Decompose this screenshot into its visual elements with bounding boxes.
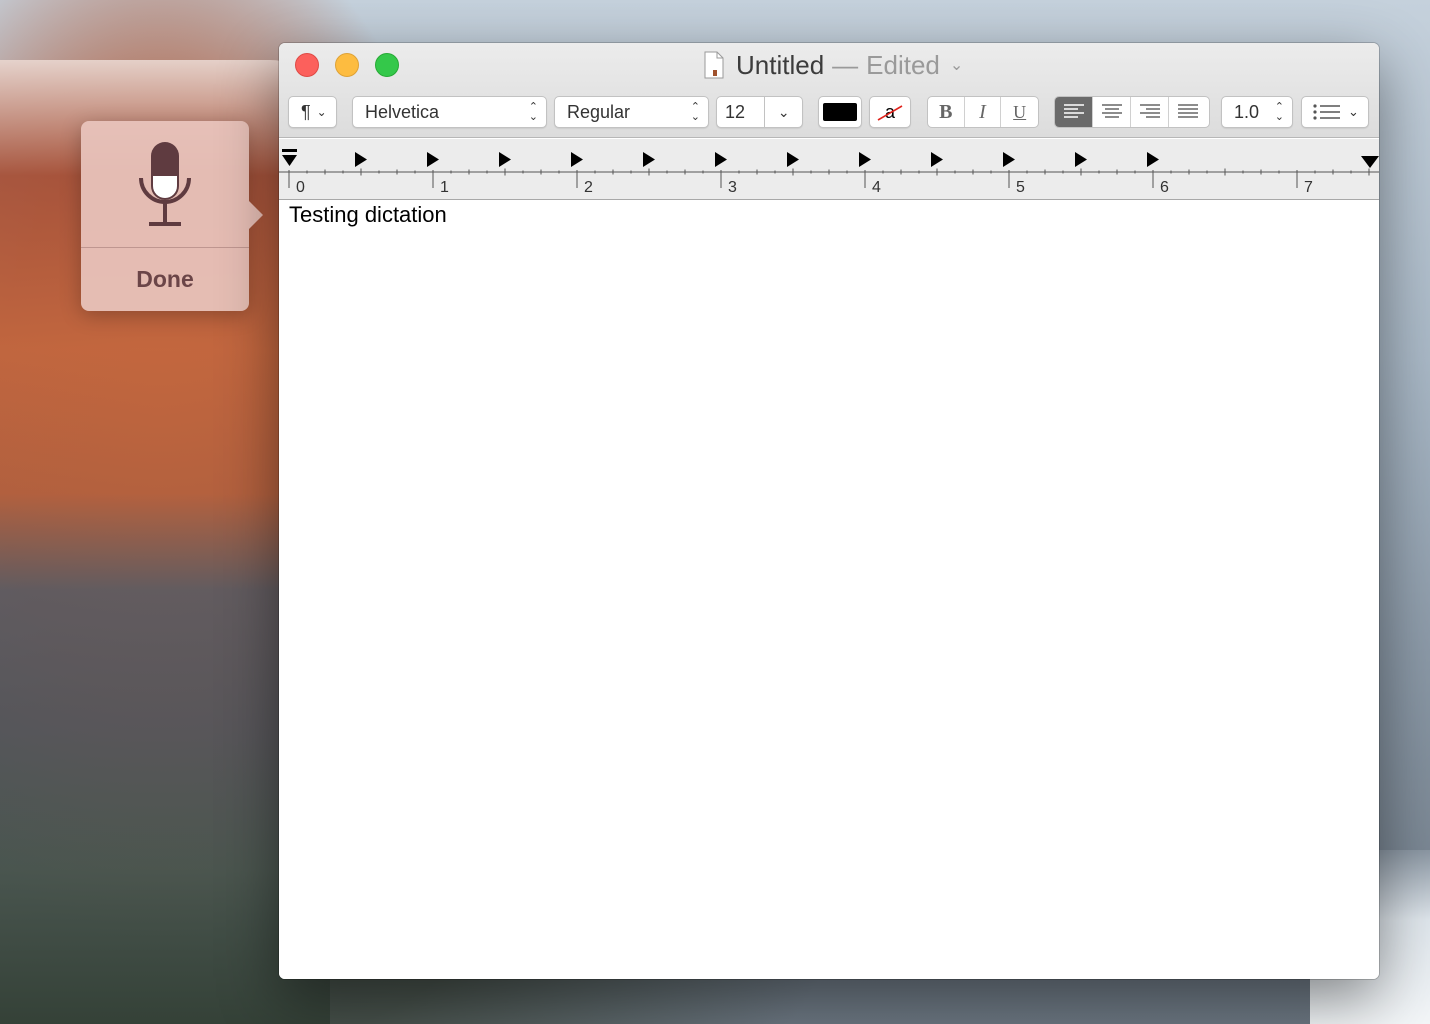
align-left-button[interactable] [1055,97,1093,127]
list-icon [1313,104,1340,120]
ruler-number: 3 [728,179,737,196]
tab-stop-icon[interactable] [1003,152,1015,167]
list-bullets-popup[interactable]: ⌄ [1301,96,1369,128]
window-title-text: Untitled [736,49,825,80]
document-icon [704,51,724,79]
title-bar: Untitled — Edited ⌄ ¶ ⌄ Helvetica ⌃ ⌄ Reg… [279,43,1379,138]
align-right-button[interactable] [1131,97,1169,127]
microphone-icon [139,142,191,226]
tab-stop-icon[interactable] [643,152,655,167]
updown-arrows-icon: ⌃ ⌄ [1274,101,1284,123]
ruler-graphics: 0 1 2 3 4 5 6 7 [279,149,1379,196]
font-size-value[interactable]: 12 [717,102,764,123]
font-family-value: Helvetica [365,101,440,122]
tab-stop-icon[interactable] [931,152,943,167]
format-toolbar: ¶ ⌄ Helvetica ⌃ ⌄ Regular ⌃ ⌄ 12 ⌄ a B I… [279,96,1379,128]
tab-stop-icon[interactable] [499,152,511,167]
no-highlight-icon: a [877,102,903,122]
dictation-popover: Done [81,121,263,311]
tab-stop-icon[interactable] [1147,152,1159,167]
updown-arrows-icon: ⌃ ⌄ [528,101,538,123]
font-style-value: Regular [567,101,631,122]
ruler-number: 4 [872,179,881,196]
dictation-mic-area [81,121,249,247]
font-size-combo[interactable]: 12 ⌄ [716,96,803,128]
close-button[interactable] [295,53,319,77]
tab-stop-icon[interactable] [715,152,727,167]
ruler[interactable]: 0 1 2 3 4 5 6 7 [279,139,1379,200]
chevron-down-icon: ⌄ [316,105,327,119]
chevron-down-icon[interactable]: ⌄ [764,97,802,127]
updown-arrows-icon: ⌃ ⌄ [690,101,700,123]
ruler-number: 6 [1160,179,1169,196]
align-center-button[interactable] [1093,97,1131,127]
tab-stop-icon[interactable] [571,152,583,167]
tab-stop-icon[interactable] [787,152,799,167]
text-color-swatch [823,103,857,121]
align-right-icon [1139,104,1160,118]
minimize-button[interactable] [335,53,359,77]
underline-button[interactable]: U [1001,97,1038,127]
ruler-number: 2 [584,179,593,196]
italic-button[interactable]: I [965,97,1002,127]
zoom-button[interactable] [375,53,399,77]
text-color-well[interactable] [818,96,862,128]
ruler-number: 5 [1016,179,1025,196]
text-style-group: B I U [927,96,1039,128]
alignment-group [1054,96,1210,128]
window-title[interactable]: Untitled — Edited ⌄ [704,49,963,81]
justify-button[interactable] [1169,97,1207,127]
font-family-popup[interactable]: Helvetica ⌃ ⌄ [352,96,547,128]
chevron-down-icon: ⌄ [1348,104,1359,119]
indent-marker-icon[interactable] [282,149,297,166]
edited-status: Edited [866,49,940,80]
ruler-number: 1 [440,179,449,196]
document-body[interactable]: Testing dictation [279,200,1379,979]
textedit-window: Untitled — Edited ⌄ ¶ ⌄ Helvetica ⌃ ⌄ Reg… [279,43,1379,979]
paragraph-styles-button[interactable]: ¶ ⌄ [288,96,337,128]
right-margin-marker-icon[interactable] [1361,156,1379,168]
tab-stop-icon[interactable] [427,152,439,167]
font-style-popup[interactable]: Regular ⌃ ⌄ [554,96,709,128]
align-left-icon [1063,104,1084,118]
chevron-down-icon[interactable]: ⌄ [950,55,963,75]
title-separator: — [832,49,859,80]
dictation-done-button[interactable]: Done [81,248,249,310]
tab-stop-icon[interactable] [355,152,367,167]
document-text[interactable]: Testing dictation [289,202,447,228]
paragraph-icon: ¶ [301,101,311,122]
background-color-well[interactable]: a [869,96,911,128]
ruler-number: 7 [1304,179,1313,196]
align-justify-icon [1178,104,1198,118]
tab-stop-icon[interactable] [859,152,871,167]
ruler-number: 0 [296,179,305,196]
align-center-icon [1101,104,1122,118]
line-spacing-popup[interactable]: 1.0 ⌃ ⌄ [1221,96,1293,128]
line-spacing-value: 1.0 [1234,101,1260,122]
bold-button[interactable]: B [928,97,965,127]
tab-stop-icon[interactable] [1075,152,1087,167]
